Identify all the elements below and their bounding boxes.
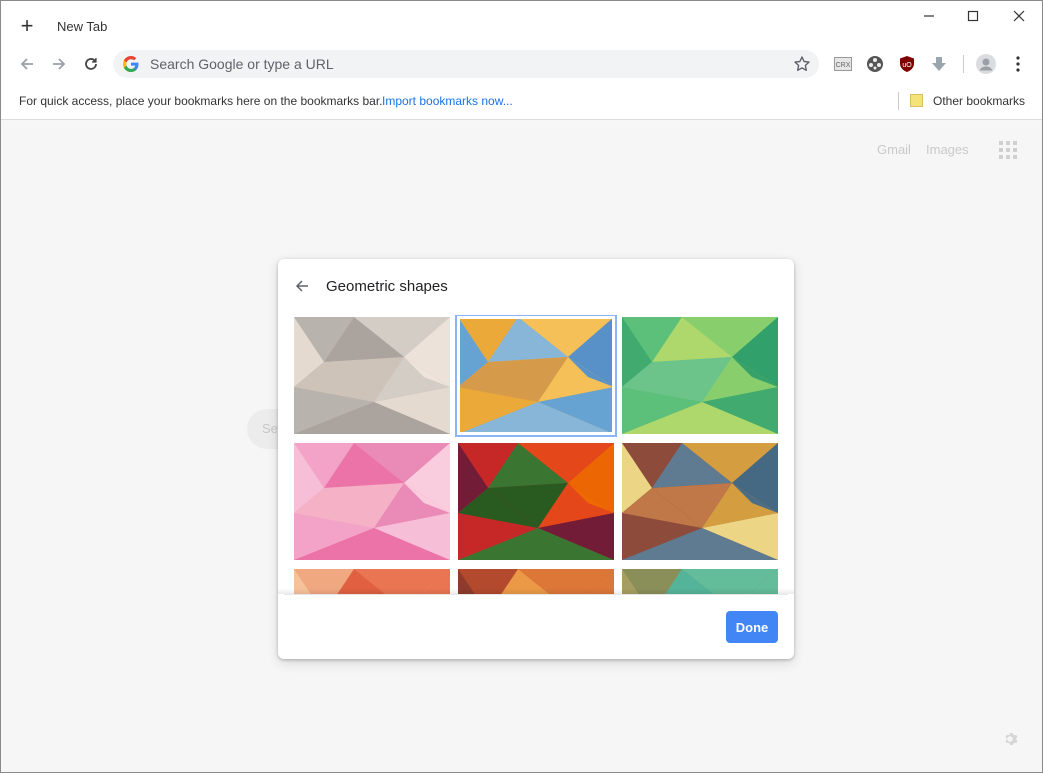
back-button[interactable] (14, 51, 40, 77)
dialog-back-button[interactable] (292, 276, 312, 296)
omnibox[interactable] (113, 50, 819, 78)
toolbar-separator (963, 55, 964, 73)
omnibox-input[interactable] (150, 50, 770, 78)
download-arrow-icon[interactable] (929, 54, 949, 74)
background-tile-grid (278, 315, 794, 594)
svg-text:CRX: CRX (836, 62, 851, 69)
browser-window: + New Tab Search Google or type a URL CR… (0, 0, 1043, 773)
dialog-divider (284, 594, 788, 595)
close-icon (1013, 10, 1025, 22)
crx-extension-icon[interactable]: CRX (833, 54, 853, 74)
maximize-button[interactable] (953, 5, 993, 27)
close-window-button[interactable] (999, 5, 1039, 27)
folder-icon (910, 94, 923, 107)
bookmark-star-icon[interactable] (793, 55, 811, 73)
done-button[interactable]: Done (726, 611, 778, 643)
maximize-icon (967, 10, 979, 22)
new-tab-plus-icon[interactable]: + (15, 15, 39, 39)
google-g-icon (123, 56, 139, 72)
title-bar: + New Tab (1, 1, 1042, 45)
import-bookmarks-link[interactable]: Import bookmarks now... (382, 94, 513, 108)
profile-avatar-icon[interactable] (976, 54, 996, 74)
gmail-link[interactable]: Gmail (877, 142, 911, 157)
background-search-text: Se (262, 421, 278, 436)
apps-grid-icon[interactable] (999, 141, 1017, 159)
back-arrow-icon (295, 280, 308, 292)
tab-title[interactable]: New Tab (57, 19, 107, 34)
forward-arrow-icon (53, 58, 66, 70)
background-tile-green-polygons[interactable] (622, 317, 778, 434)
background-tile-red-green-dark-polygons[interactable] (458, 443, 614, 560)
navigation-toolbar: CRX uO (1, 45, 1042, 83)
minimize-button[interactable] (909, 5, 949, 27)
background-tile-pink-polygons[interactable] (294, 443, 450, 560)
back-arrow-icon (20, 58, 33, 70)
dialog-title: Geometric shapes (326, 278, 448, 295)
reload-icon (85, 58, 97, 70)
other-bookmarks[interactable]: Other bookmarks (933, 94, 1025, 108)
film-reel-extension-icon[interactable] (865, 54, 885, 74)
background-tile-gray-beige-polygons[interactable] (294, 317, 450, 434)
bookmarks-bar: For quick access, place your bookmarks h… (1, 83, 1042, 120)
background-tile-orange-blue-polygons[interactable] (455, 315, 617, 437)
bookmarks-hint: For quick access, place your bookmarks h… (19, 94, 383, 108)
forward-button[interactable] (46, 51, 72, 77)
background-tile-yellow-brown-blue-polygons[interactable] (622, 443, 778, 560)
images-link[interactable]: Images (926, 142, 969, 157)
ublock-origin-icon[interactable]: uO (897, 54, 917, 74)
menu-kebab-icon[interactable] (1008, 54, 1028, 74)
svg-text:uO: uO (902, 62, 912, 69)
bookmarks-separator (898, 92, 899, 110)
background-picker-dialog: Geometric shapes Done (278, 259, 794, 659)
minimize-icon (924, 15, 934, 17)
gear-icon[interactable] (1002, 731, 1018, 747)
reload-button[interactable] (78, 51, 104, 77)
